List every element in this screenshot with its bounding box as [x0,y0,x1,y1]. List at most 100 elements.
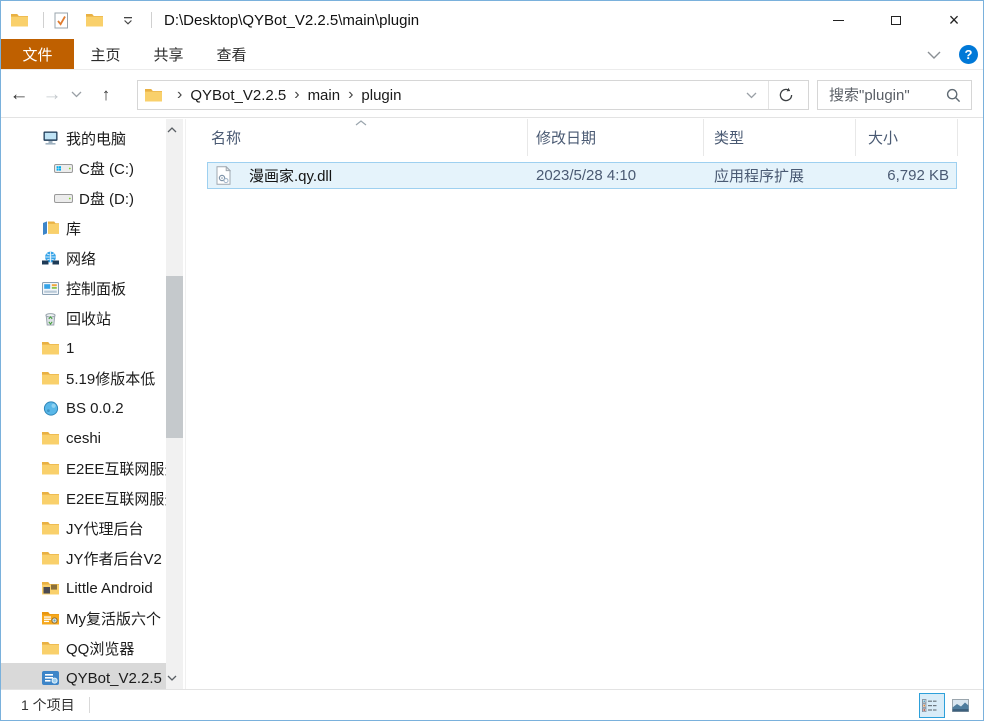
sidebar-item-folder-519[interactable]: 5.19修版本低 [1,363,167,393]
sidebar-item-label: JY作者后台V2 [66,548,162,569]
search-button[interactable] [941,88,971,103]
breadcrumb-item-qybot[interactable]: QYBot_V2.2.5 [190,87,286,104]
file-list-pane: 名称 修改日期 类型 大小 漫画家.qy.dll 2023/5/28 4:10 … [186,119,983,689]
close-icon: × [949,11,960,29]
bs-app-icon [41,401,60,416]
sidebar-item-recycle-bin[interactable]: 回收站 [1,303,167,333]
sidebar-item-jy-proxy[interactable]: JY代理后台 [1,513,167,543]
sidebar-item-libraries[interactable]: 库 [1,213,167,243]
file-modified-cell: 2023/5/28 4:10 [528,167,704,184]
recent-locations-chevron-icon[interactable] [67,80,91,110]
sidebar-item-e2ee-1[interactable]: E2EE互联网服务 [1,453,167,483]
tab-view[interactable]: 查看 [200,39,263,69]
up-button[interactable]: ↑ [91,80,121,110]
expand-ribbon-chevron-icon[interactable] [924,51,943,59]
maximize-button[interactable] [867,1,925,39]
sidebar-item-little-android[interactable]: Little Android [1,573,167,603]
sidebar-item-drive-d[interactable]: D盘 (D:) [1,183,167,213]
library-icon [41,221,60,235]
sidebar-item-label: 库 [66,218,81,239]
breadcrumb-separator: › [177,87,182,103]
search-input[interactable] [818,87,941,104]
sidebar-item-drive-c[interactable]: C盘 (C:) [1,153,167,183]
sidebar-item-ceshi[interactable]: ceshi [1,423,167,453]
chevron-up-icon [162,127,181,133]
sidebar-item-bs[interactable]: BS 0.0.2 [1,393,167,423]
breadcrumb-separator: › [294,87,299,103]
forward-button[interactable]: → [37,80,67,110]
divider [43,12,44,28]
sidebar-item-label: E2EE互联网服务 [66,458,167,479]
column-header-size[interactable]: 大小 [856,119,958,156]
titlebar: D:\Desktop\QYBot_V2.2.5\main\plugin × [1,1,983,39]
sidebar-item-label: QYBot_V2.2.5 [66,670,162,687]
details-view-icon [920,699,939,712]
sidebar-item-label: 5.19修版本低 [66,368,155,389]
folder-icon [41,611,60,625]
chevron-down-icon [67,91,86,98]
window-controls: × [809,1,983,39]
sidebar-item-folder-1[interactable]: 1 [1,333,167,363]
customize-toolbar-caret-icon[interactable] [118,16,137,25]
thumbnail-view-button[interactable] [950,693,976,718]
file-type-cell: 应用程序扩展 [704,165,856,186]
refresh-button[interactable] [768,81,808,109]
folder-icon [41,341,60,355]
sidebar-item-control-panel[interactable]: 控制面板 [1,273,167,303]
breadcrumb-item-main[interactable]: main [308,87,341,104]
maximize-icon [891,16,901,25]
file-size-cell: 6,792 KB [856,167,956,184]
address-dropdown-button[interactable] [740,81,768,109]
folder-icon [41,371,60,385]
sidebar-scrollbar[interactable] [166,119,183,689]
tab-home[interactable]: 主页 [74,39,137,69]
file-name-cell: 漫画家.qy.dll [208,165,528,186]
folder-icon [41,551,60,565]
sidebar-item-label: 网络 [66,248,96,269]
breadcrumb-item-plugin[interactable]: plugin [361,87,401,104]
sidebar-item-label: D盘 (D:) [79,188,134,209]
sidebar-item-qq-browser[interactable]: QQ浏览器 [1,633,167,663]
details-view-button[interactable] [919,693,945,718]
sidebar-item-label: ceshi [66,430,101,447]
search-icon [944,88,963,103]
sidebar-item-my-fuhuo[interactable]: My复活版六个 [1,603,167,633]
recycle-bin-icon [41,311,60,326]
back-button[interactable]: ← [1,80,37,110]
properties-check-icon[interactable] [52,12,71,29]
sidebar-item-e2ee-2[interactable]: E2EE互联网服务 [1,483,167,513]
folder-icon [41,521,60,535]
column-header-type[interactable]: 类型 [704,119,856,156]
sidebar-item-this-pc[interactable]: 我的电脑 [1,123,167,153]
divider [89,697,90,713]
sidebar-item-jy-author[interactable]: JY作者后台V2 [1,543,167,573]
tab-share[interactable]: 共享 [137,39,200,69]
search-box [817,80,972,110]
dll-file-icon [214,166,233,185]
sidebar-item-label: E2EE互联网服务 [66,488,167,509]
navigation-pane: 我的电脑 C盘 (C:) D盘 (D:) 库 网络 控制面板 回收站 1 5.1… [1,119,186,689]
scroll-up-icon[interactable] [166,121,183,139]
folder-icon [41,491,60,505]
sidebar-item-label: QQ浏览器 [66,638,134,659]
address-bar[interactable]: › QYBot_V2.2.5 › main › plugin [137,80,809,110]
help-button[interactable]: ? [959,45,978,64]
ribbon-tab-bar: 文件 主页 共享 查看 ? [1,39,983,70]
explorer-window: D:\Desktop\QYBot_V2.2.5\main\plugin × 文件… [0,0,984,721]
scrollbar-thumb[interactable] [166,276,183,438]
column-header-modified[interactable]: 修改日期 [528,119,704,156]
file-row-dll[interactable]: 漫画家.qy.dll 2023/5/28 4:10 应用程序扩展 6,792 K… [207,162,957,189]
tab-file[interactable]: 文件 [1,39,74,69]
close-button[interactable]: × [925,1,983,39]
sort-ascending-icon [351,120,370,126]
sidebar-item-qybot[interactable]: QYBot_V2.2.5 [1,663,167,689]
navigation-bar: ← → ↑ › QYBot_V2.2.5 › main › plugin [1,71,983,118]
minimize-button[interactable] [809,1,867,39]
sidebar-item-label: Little Android [66,580,153,597]
new-folder-icon[interactable] [85,13,104,27]
breadcrumb-separator: › [348,87,353,103]
sidebar-item-network[interactable]: 网络 [1,243,167,273]
scroll-down-icon[interactable] [166,669,183,687]
computer-icon [41,131,60,146]
drive-c-icon [54,162,73,175]
